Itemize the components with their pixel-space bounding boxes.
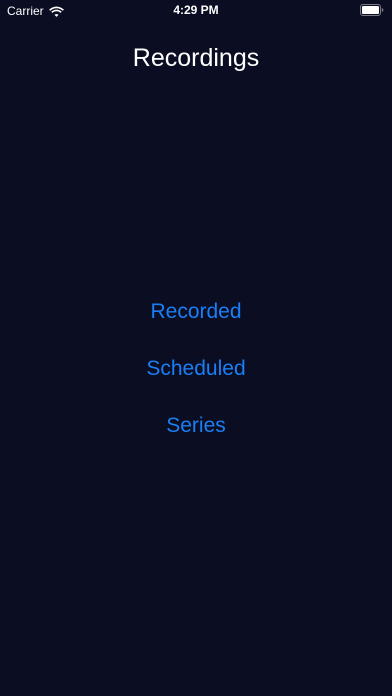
recorded-label: Recorded [150, 300, 242, 323]
battery-icon [360, 4, 384, 16]
scheduled-label: Scheduled [146, 357, 246, 380]
recordings-menu: Recorded Scheduled Series [0, 298, 392, 469]
recorded-button[interactable]: Recorded [0, 298, 392, 355]
series-button[interactable]: Series [0, 412, 392, 469]
status-time: 4:29 PM [173, 3, 219, 17]
status-bar: Carrier 4:29 PM [0, 0, 392, 22]
scheduled-button[interactable]: Scheduled [0, 355, 392, 412]
series-label: Series [166, 414, 226, 437]
page-title: Recordings [132, 44, 260, 72]
